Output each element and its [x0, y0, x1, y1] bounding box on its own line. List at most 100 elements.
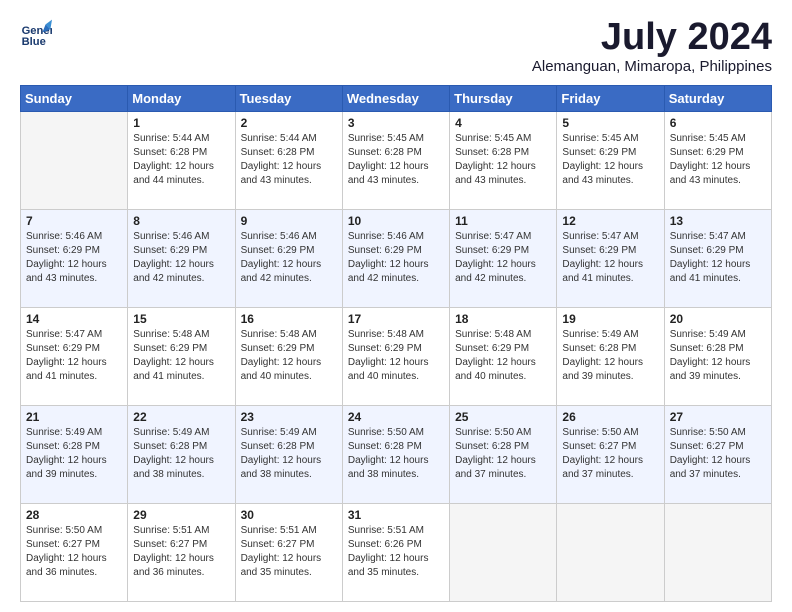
day-number: 22 — [133, 410, 229, 424]
day-info: Sunrise: 5:50 AM Sunset: 6:27 PM Dayligh… — [562, 426, 658, 482]
day-number: 26 — [562, 410, 658, 424]
day-info: Sunrise: 5:47 AM Sunset: 6:29 PM Dayligh… — [455, 230, 551, 286]
day-number: 9 — [241, 214, 337, 228]
day-number: 10 — [348, 214, 444, 228]
day-info: Sunrise: 5:46 AM Sunset: 6:29 PM Dayligh… — [241, 230, 337, 286]
day-info: Sunrise: 5:46 AM Sunset: 6:29 PM Dayligh… — [133, 230, 229, 286]
day-info: Sunrise: 5:46 AM Sunset: 6:29 PM Dayligh… — [348, 230, 444, 286]
day-info: Sunrise: 5:47 AM Sunset: 6:29 PM Dayligh… — [562, 230, 658, 286]
day-number: 24 — [348, 410, 444, 424]
table-row: 30 Sunrise: 5:51 AM Sunset: 6:27 PM Dayli… — [235, 504, 342, 602]
day-number: 6 — [670, 116, 766, 130]
table-row: 7 Sunrise: 5:46 AM Sunset: 6:29 PM Daylig… — [21, 210, 128, 308]
table-row: 31 Sunrise: 5:51 AM Sunset: 6:26 PM Dayli… — [342, 504, 449, 602]
day-number: 2 — [241, 116, 337, 130]
header-monday: Monday — [128, 86, 235, 112]
table-row: 26 Sunrise: 5:50 AM Sunset: 6:27 PM Dayli… — [557, 406, 664, 504]
day-number: 28 — [26, 508, 122, 522]
day-number: 19 — [562, 312, 658, 326]
day-info: Sunrise: 5:49 AM Sunset: 6:28 PM Dayligh… — [241, 426, 337, 482]
day-info: Sunrise: 5:51 AM Sunset: 6:27 PM Dayligh… — [133, 524, 229, 580]
table-row — [664, 504, 771, 602]
day-number: 23 — [241, 410, 337, 424]
day-info: Sunrise: 5:46 AM Sunset: 6:29 PM Dayligh… — [26, 230, 122, 286]
day-info: Sunrise: 5:47 AM Sunset: 6:29 PM Dayligh… — [26, 328, 122, 384]
table-row: 13 Sunrise: 5:47 AM Sunset: 6:29 PM Dayli… — [664, 210, 771, 308]
day-number: 13 — [670, 214, 766, 228]
table-row: 3Sunrise: 5:45 AM Sunset: 6:28 PM Daylig… — [342, 112, 449, 210]
day-number: 1 — [133, 116, 229, 130]
day-number: 12 — [562, 214, 658, 228]
title-block: July 2024 Alemanguan, Mimaropa, Philippi… — [532, 18, 772, 75]
day-info: Sunrise: 5:45 AM Sunset: 6:28 PM Dayligh… — [455, 132, 551, 188]
day-number: 3 — [348, 116, 444, 130]
table-row: 14Sunrise: 5:47 AM Sunset: 6:29 PM Dayli… — [21, 308, 128, 406]
table-row: 15Sunrise: 5:48 AM Sunset: 6:29 PM Dayli… — [128, 308, 235, 406]
day-info: Sunrise: 5:48 AM Sunset: 6:29 PM Dayligh… — [455, 328, 551, 384]
table-row: 4 Sunrise: 5:45 AM Sunset: 6:28 PM Daylig… — [450, 112, 557, 210]
day-info: Sunrise: 5:47 AM Sunset: 6:29 PM Dayligh… — [670, 230, 766, 286]
day-number: 18 — [455, 312, 551, 326]
table-row: 21 Sunrise: 5:49 AM Sunset: 6:28 PM Dayli… — [21, 406, 128, 504]
day-info: Sunrise: 5:44 AM Sunset: 6:28 PM Dayligh… — [241, 132, 337, 188]
day-info: Sunrise: 5:50 AM Sunset: 6:27 PM Dayligh… — [670, 426, 766, 482]
logo: General Blue — [20, 18, 52, 50]
day-info: Sunrise: 5:44 AM Sunset: 6:28 PM Dayligh… — [133, 132, 229, 188]
day-number: 27 — [670, 410, 766, 424]
table-row: 12 Sunrise: 5:47 AM Sunset: 6:29 PM Dayli… — [557, 210, 664, 308]
header-thursday: Thursday — [450, 86, 557, 112]
table-row: 27 Sunrise: 5:50 AM Sunset: 6:27 PM Dayli… — [664, 406, 771, 504]
day-info: Sunrise: 5:51 AM Sunset: 6:27 PM Dayligh… — [241, 524, 337, 580]
day-info: Sunrise: 5:50 AM Sunset: 6:27 PM Dayligh… — [26, 524, 122, 580]
calendar-week-row: 7 Sunrise: 5:46 AM Sunset: 6:29 PM Daylig… — [21, 210, 772, 308]
page: General Blue July 2024 Alemanguan, Mimar… — [0, 0, 792, 612]
day-number: 8 — [133, 214, 229, 228]
day-info: Sunrise: 5:49 AM Sunset: 6:28 PM Dayligh… — [670, 328, 766, 384]
table-row — [21, 112, 128, 210]
day-info: Sunrise: 5:48 AM Sunset: 6:29 PM Dayligh… — [348, 328, 444, 384]
table-row: 17 Sunrise: 5:48 AM Sunset: 6:29 PM Dayli… — [342, 308, 449, 406]
day-number: 7 — [26, 214, 122, 228]
calendar-week-row: 28 Sunrise: 5:50 AM Sunset: 6:27 PM Dayli… — [21, 504, 772, 602]
table-row: 24Sunrise: 5:50 AM Sunset: 6:28 PM Dayli… — [342, 406, 449, 504]
table-row: 29 Sunrise: 5:51 AM Sunset: 6:27 PM Dayli… — [128, 504, 235, 602]
header-sunday: Sunday — [21, 86, 128, 112]
table-row: 5Sunrise: 5:45 AM Sunset: 6:29 PM Daylig… — [557, 112, 664, 210]
table-row: 28 Sunrise: 5:50 AM Sunset: 6:27 PM Dayli… — [21, 504, 128, 602]
weekday-header-row: Sunday Monday Tuesday Wednesday Thursday… — [21, 86, 772, 112]
svg-text:Blue: Blue — [22, 36, 46, 48]
day-info: Sunrise: 5:49 AM Sunset: 6:28 PM Dayligh… — [26, 426, 122, 482]
table-row: 2 Sunrise: 5:44 AM Sunset: 6:28 PM Daylig… — [235, 112, 342, 210]
table-row: 6 Sunrise: 5:45 AM Sunset: 6:29 PM Daylig… — [664, 112, 771, 210]
day-number: 29 — [133, 508, 229, 522]
table-row: 1 Sunrise: 5:44 AM Sunset: 6:28 PM Daylig… — [128, 112, 235, 210]
day-number: 30 — [241, 508, 337, 522]
sub-title: Alemanguan, Mimaropa, Philippines — [532, 58, 772, 75]
header-wednesday: Wednesday — [342, 86, 449, 112]
table-row: 8 Sunrise: 5:46 AM Sunset: 6:29 PM Daylig… — [128, 210, 235, 308]
day-number: 20 — [670, 312, 766, 326]
header-friday: Friday — [557, 86, 664, 112]
table-row: 22Sunrise: 5:49 AM Sunset: 6:28 PM Dayli… — [128, 406, 235, 504]
table-row: 19Sunrise: 5:49 AM Sunset: 6:28 PM Dayli… — [557, 308, 664, 406]
calendar-week-row: 21 Sunrise: 5:49 AM Sunset: 6:28 PM Dayli… — [21, 406, 772, 504]
table-row: 18 Sunrise: 5:48 AM Sunset: 6:29 PM Dayli… — [450, 308, 557, 406]
day-info: Sunrise: 5:45 AM Sunset: 6:29 PM Dayligh… — [670, 132, 766, 188]
table-row — [450, 504, 557, 602]
day-info: Sunrise: 5:45 AM Sunset: 6:29 PM Dayligh… — [562, 132, 658, 188]
day-info: Sunrise: 5:51 AM Sunset: 6:26 PM Dayligh… — [348, 524, 444, 580]
day-number: 31 — [348, 508, 444, 522]
day-info: Sunrise: 5:50 AM Sunset: 6:28 PM Dayligh… — [455, 426, 551, 482]
day-number: 4 — [455, 116, 551, 130]
day-number: 25 — [455, 410, 551, 424]
day-number: 16 — [241, 312, 337, 326]
table-row: 23 Sunrise: 5:49 AM Sunset: 6:28 PM Dayli… — [235, 406, 342, 504]
table-row: 11Sunrise: 5:47 AM Sunset: 6:29 PM Dayli… — [450, 210, 557, 308]
table-row — [557, 504, 664, 602]
table-row: 9 Sunrise: 5:46 AM Sunset: 6:29 PM Daylig… — [235, 210, 342, 308]
day-number: 21 — [26, 410, 122, 424]
table-row: 16Sunrise: 5:48 AM Sunset: 6:29 PM Dayli… — [235, 308, 342, 406]
table-row: 25 Sunrise: 5:50 AM Sunset: 6:28 PM Dayli… — [450, 406, 557, 504]
logo-icon: General Blue — [20, 18, 52, 50]
day-number: 17 — [348, 312, 444, 326]
